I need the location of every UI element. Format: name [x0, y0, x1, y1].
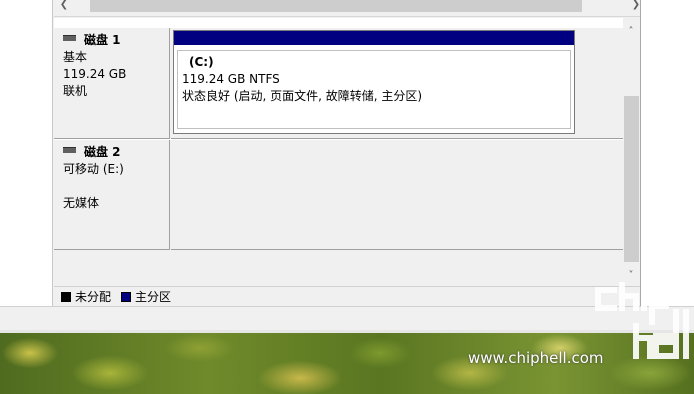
disk-drive-icon — [63, 146, 76, 153]
volume-c-size: 119.24 GB NTFS — [182, 72, 280, 86]
legend: 未分配 主分区 — [54, 286, 640, 306]
disk-graphical-view: 磁盘 1 基本 119.24 GB 联机 (C:) 119.24 GB NTFS… — [54, 18, 623, 286]
primary-partition-bar — [174, 31, 574, 45]
disk-1-size: 119.24 GB — [63, 67, 127, 81]
horizontal-scrollbar[interactable]: ❮ ❯ — [54, 0, 646, 17]
status-bar — [0, 306, 694, 330]
disk-row-2[interactable]: 磁盘 2 可移动 (E:) 无媒体 — [54, 140, 623, 250]
disk-2-title: 磁盘 2 — [63, 144, 169, 161]
vertical-scroll-thumb[interactable] — [624, 96, 639, 262]
unallocated-swatch — [61, 291, 71, 302]
disk-2-volumes — [171, 140, 623, 250]
disk-area-filler — [54, 250, 623, 286]
legend-unallocated: 未分配 — [75, 290, 112, 304]
disk-2-type: 可移动 (E:) — [63, 162, 124, 176]
vertical-scrollbar[interactable]: ˄ ˅ — [623, 18, 640, 286]
right-window-edge — [640, 0, 694, 306]
watermark-url: www.chiphell.com — [468, 349, 604, 367]
disk-drive-icon — [63, 34, 76, 41]
disk-1-info[interactable]: 磁盘 1 基本 119.24 GB 联机 — [54, 28, 170, 139]
horizontal-scroll-thumb[interactable] — [90, 0, 582, 12]
disk-1-status: 联机 — [63, 84, 88, 98]
chiphell-logo — [595, 282, 689, 359]
disk-row-1[interactable]: 磁盘 1 基本 119.24 GB 联机 (C:) 119.24 GB NTFS… — [54, 28, 623, 139]
legend-primary: 主分区 — [135, 290, 172, 304]
disk-1-volumes: (C:) 119.24 GB NTFS 状态良好 (启动, 页面文件, 故障转储… — [171, 28, 623, 139]
navigation-pane — [0, 0, 53, 306]
volume-c-details: (C:) 119.24 GB NTFS 状态良好 (启动, 页面文件, 故障转储… — [177, 50, 571, 129]
scroll-left-icon[interactable]: ❮ — [56, 0, 72, 13]
disk-1-title: 磁盘 1 — [63, 32, 169, 49]
volume-c-name: (C:) — [189, 55, 214, 69]
disk-2-name: 磁盘 2 — [84, 145, 121, 159]
primary-partition-swatch — [121, 291, 132, 302]
disk-2-info[interactable]: 磁盘 2 可移动 (E:) 无媒体 — [54, 140, 170, 250]
disk-1-type: 基本 — [63, 50, 88, 64]
scroll-up-icon[interactable]: ˄ — [623, 24, 639, 40]
volume-c[interactable]: (C:) 119.24 GB NTFS 状态良好 (启动, 页面文件, 故障转储… — [173, 30, 575, 134]
volume-c-status: 状态良好 (启动, 页面文件, 故障转储, 主分区) — [182, 89, 423, 103]
disk-1-name: 磁盘 1 — [84, 33, 121, 47]
disk-2-status: 无媒体 — [63, 196, 100, 210]
disk-2-size — [63, 178, 169, 195]
